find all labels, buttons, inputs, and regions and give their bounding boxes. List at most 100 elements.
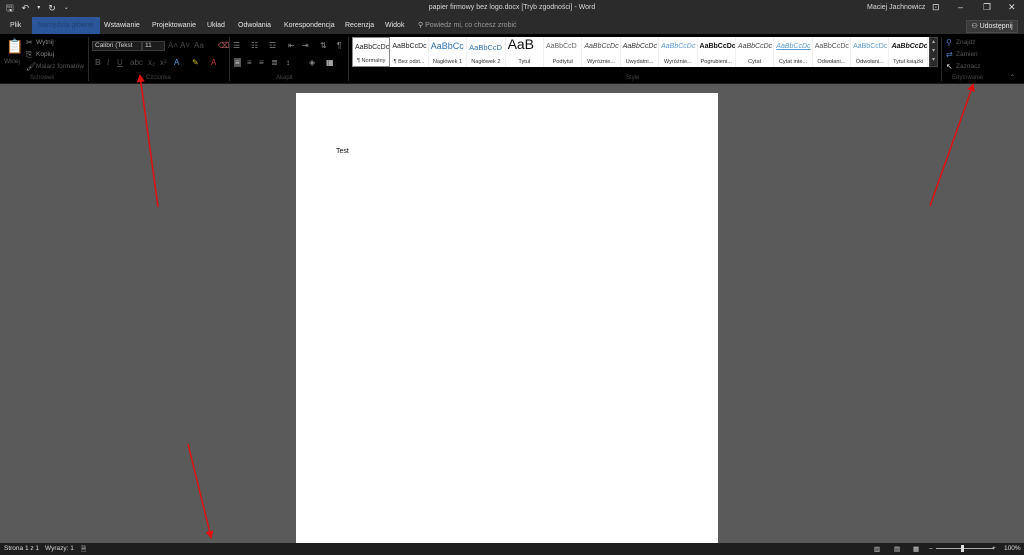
share-button[interactable]: ⚇ Udostępnij (966, 20, 1018, 33)
tab-file[interactable]: Plik (4, 17, 27, 34)
superscript-icon[interactable]: x² (160, 58, 167, 67)
sort-icon[interactable]: ⇅ (320, 41, 327, 50)
subscript-icon[interactable]: x₂ (148, 58, 155, 67)
decrease-indent-icon[interactable]: ⇤ (288, 41, 295, 50)
style-card[interactable]: AaBbCcDc ¶ Bez odst... (390, 37, 429, 67)
styles-gallery-more[interactable]: ▴ ▾ ▾ (929, 37, 938, 67)
grow-font-icon[interactable]: A˄ (168, 41, 178, 50)
font-size-combo[interactable]: 11 (142, 41, 165, 51)
select-icon[interactable]: ↖ (946, 62, 953, 71)
tab-insert[interactable]: Wstawianie (98, 17, 146, 34)
tab-references[interactable]: Odwołania (232, 17, 277, 34)
align-right-icon[interactable]: ≡ (259, 58, 264, 67)
style-card[interactable]: AaBbCcDc Uwydatni... (621, 37, 660, 67)
shading-icon[interactable]: ◈ (309, 58, 315, 67)
font-group-label: Czcionka (146, 75, 171, 81)
format-painter-icon[interactable]: 🖌 (26, 62, 36, 71)
editing-group-label: Edytowanie (952, 75, 984, 81)
select-label[interactable]: Zaznacz (956, 63, 981, 70)
style-preview: AaBbCcD (545, 43, 577, 50)
style-card[interactable]: AaBbCcDc Pogrubieni... (698, 37, 736, 67)
style-preview: AaBbCcDc (392, 43, 427, 50)
arrow-to-status-bar (187, 443, 214, 539)
style-card[interactable]: AaBbCcDc Odwołani... (813, 37, 852, 67)
style-card[interactable]: AaBbCcDc Wyróżnie... (659, 37, 698, 67)
tab-home[interactable]: Narzędzia główne (32, 17, 100, 34)
style-card[interactable]: AaBbCcDc Tytuł książki (889, 37, 928, 67)
font-name-combo[interactable]: Calibri (Tekst (92, 41, 142, 51)
close-icon[interactable]: ✕ (1008, 2, 1016, 13)
zoom-out-icon[interactable]: – (929, 545, 933, 552)
bullets-icon[interactable]: ☰ (233, 41, 240, 50)
justify-icon[interactable]: ≣ (271, 58, 278, 67)
style-card[interactable]: AaBbCcDc Cytat (736, 37, 775, 67)
strikethrough-icon[interactable]: abc (130, 58, 143, 67)
line-spacing-icon[interactable]: ↕ (286, 58, 290, 67)
align-center-icon[interactable]: ≡ (247, 58, 252, 67)
zoom-in-icon[interactable]: + (992, 545, 996, 552)
highlight-icon[interactable]: ✎ (192, 58, 199, 67)
copy-label[interactable]: Kopiuj (36, 51, 54, 58)
style-preview: AaBbCc (430, 41, 464, 51)
chevron-up-icon[interactable]: ▴ (930, 38, 937, 47)
find-icon[interactable]: ⚲ (946, 38, 952, 47)
multilevel-list-icon[interactable]: ☲ (269, 41, 276, 50)
style-preview: AaBbCcDc (355, 44, 390, 51)
style-card[interactable]: AaBbCc Nagłówek 1 (429, 37, 468, 67)
zoom-slider[interactable] (936, 548, 994, 549)
minimize-icon[interactable]: – (958, 2, 963, 12)
user-name[interactable]: Maciej Jachnowicz (867, 4, 925, 11)
bold-icon[interactable]: B (95, 58, 101, 67)
tab-mailings[interactable]: Korespondencja (278, 17, 341, 34)
page-count[interactable]: Strona 1 z 1 (4, 545, 39, 552)
style-card[interactable]: AaBbCcDc Wyróżnie... (582, 37, 621, 67)
more-styles-icon[interactable]: ▾ (930, 56, 937, 65)
proofing-icon[interactable]: 🗎 (81, 545, 86, 555)
collapse-ribbon-icon[interactable]: ⌃ (1010, 74, 1015, 83)
zoom-level[interactable]: 100% (1004, 545, 1021, 552)
borders-icon[interactable]: ▦ (326, 58, 334, 67)
tab-layout[interactable]: Układ (201, 17, 231, 34)
clear-formatting-icon[interactable]: ⌫ (218, 41, 229, 50)
underline-icon[interactable]: U (117, 58, 123, 67)
style-card[interactable]: AaBbCcD Podtytuł (544, 37, 583, 67)
shrink-font-icon[interactable]: A˅ (180, 41, 190, 50)
italic-icon[interactable]: I (107, 58, 109, 67)
cut-label[interactable]: Wytnij (36, 39, 54, 46)
tab-review[interactable]: Recenzja (339, 17, 380, 34)
align-left-icon[interactable]: ≡ (234, 58, 241, 67)
ribbon-display-options-icon[interactable]: ⊡ (932, 2, 940, 13)
text-effects-icon[interactable]: A (174, 58, 179, 67)
chevron-down-icon[interactable]: ▾ (930, 47, 937, 56)
numbering-icon[interactable]: ☷ (251, 41, 258, 50)
tell-me-search[interactable]: ⚲ Powiedz mi, co chcesz zrobić (418, 17, 517, 34)
style-card[interactable]: AaB Tytuł (506, 37, 544, 67)
replace-icon[interactable]: ⇄ (946, 50, 953, 59)
web-layout-icon[interactable]: ▦ (913, 545, 919, 553)
font-color-icon[interactable]: A (211, 58, 216, 67)
style-card[interactable]: AaBbCcDc ¶ Normalny (352, 37, 391, 67)
paste-icon[interactable]: 📋 (6, 38, 23, 54)
zoom-slider-thumb[interactable] (961, 545, 964, 552)
print-layout-icon[interactable]: ▤ (894, 545, 900, 553)
format-painter-label[interactable]: Malarz formatów (36, 63, 84, 70)
style-card[interactable]: AaBbCcDc Odwołani... (851, 37, 890, 67)
document-page[interactable]: Test (296, 93, 718, 543)
style-card[interactable]: AaBbCcDc Cytat inte... (774, 37, 813, 67)
document-text[interactable]: Test (336, 148, 349, 155)
change-case-icon[interactable]: Aa (194, 41, 204, 50)
find-label[interactable]: Znajdź (956, 39, 976, 46)
paste-label[interactable]: Wklej (4, 58, 20, 65)
read-mode-icon[interactable]: ▥ (874, 545, 880, 553)
copy-icon[interactable]: ⎘ (26, 50, 32, 59)
style-card[interactable]: AaBbCcD Nagłówek 2 (467, 37, 506, 67)
increase-indent-icon[interactable]: ⇥ (302, 41, 309, 50)
show-formatting-icon[interactable]: ¶ (337, 41, 341, 50)
divider (88, 37, 89, 81)
tab-design[interactable]: Projektowanie (146, 17, 202, 34)
cut-icon[interactable]: ✂ (26, 38, 33, 47)
replace-label[interactable]: Zamień (956, 51, 978, 58)
word-count[interactable]: Wyrazy: 1 (45, 545, 74, 552)
tab-view[interactable]: Widok (379, 17, 410, 34)
restore-icon[interactable]: ❐ (983, 2, 991, 13)
